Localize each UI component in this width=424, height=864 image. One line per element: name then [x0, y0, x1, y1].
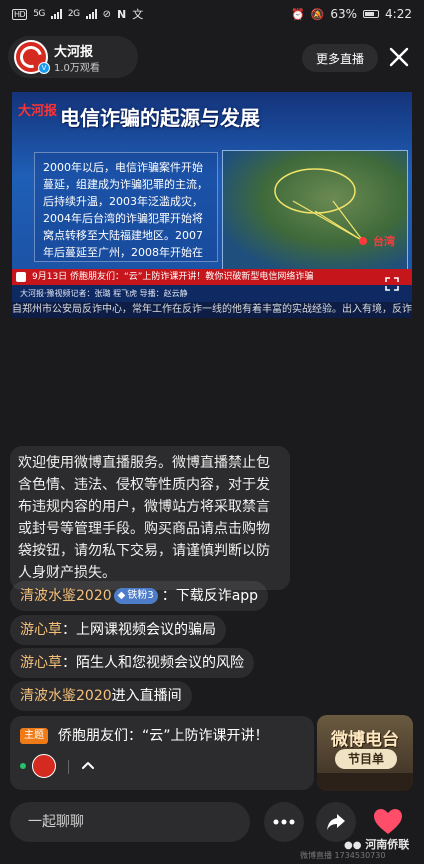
chat-text: ：下载反诈app: [161, 588, 259, 604]
chat-message[interactable]: 游心草 ：上网课视频会议的骗局: [10, 615, 226, 645]
schedule-stage-graphic: [317, 773, 413, 791]
chat-message[interactable]: 清波水鉴2020 ◆ 铁粉3 ：下载反诈app: [10, 581, 269, 611]
schedule-subtitle: 节目单: [335, 749, 397, 769]
schedule-title: 微博电台: [331, 730, 399, 750]
status-bar: HD 5G 2G ⊘ N 文 ⏰ 🔕 63% 4:22: [0, 0, 424, 28]
topic-tag: 主题: [20, 728, 48, 744]
chat-text: 进入直播间: [111, 688, 182, 704]
diamond-icon: ◆: [117, 590, 126, 601]
watermark-subtext: 微博直播 1734530730: [300, 851, 386, 860]
video-map-image: 台湾: [222, 150, 408, 270]
fan-badge-label: 铁粉3: [127, 590, 154, 601]
chat-input[interactable]: 一起聊聊: [10, 802, 250, 842]
battery-level: 63%: [330, 7, 358, 21]
video-subtitle: 自郑州市公安局反诈中心，常年工作在反诈一线的他有着丰富的实战经验。出入有境，反诈: [12, 302, 412, 318]
video-credit: 大河报·豫视频记者：张璐 程飞虎 导播：赵云静: [12, 285, 412, 302]
fullscreen-icon[interactable]: [384, 276, 400, 292]
online-dot-icon: [20, 763, 26, 769]
video-slide-text: 2000年以后，电信诈骗案件开始蔓延，组建成为诈骗犯罪的主流，后持续升温，200…: [34, 152, 218, 262]
news-ticker: 9月13日 侨胞朋友们：“云”上防诈课开讲！教你识破新型电信网络诈骗: [12, 269, 412, 285]
battery-icon: [363, 10, 380, 18]
weibo-radio-schedule-card[interactable]: 微博电台 节目单: [317, 715, 413, 791]
chevron-up-icon[interactable]: [80, 758, 96, 774]
chat-text: ：陌生人和您视频会议的风险: [62, 655, 244, 671]
signal-bars-2-icon: [85, 9, 97, 19]
video-logo: 大河报: [18, 104, 58, 119]
live-video-player[interactable]: 大河报 电信诈骗的起源与发展 2000年以后，电信诈骗案件开始蔓延，组建成为诈骗…: [12, 92, 412, 302]
chat-username[interactable]: 游心草: [20, 615, 62, 645]
chat-message[interactable]: 清波水鉴2020 进入直播间: [10, 681, 192, 711]
system-notice: 欢迎使用微博直播服务。微博直播禁止包含色情、违法、侵权等性质内容，对于发布违规内…: [10, 446, 290, 590]
chat-username[interactable]: 清波水鉴2020: [20, 681, 112, 711]
mute-icon: 🔕: [310, 7, 325, 21]
clock: 4:22: [385, 7, 412, 21]
host-name: 大河报: [54, 45, 94, 60]
chat-username[interactable]: 清波水鉴2020: [20, 581, 112, 611]
status-icons-right: ⏰ 🔕 63% 4:22: [291, 7, 412, 21]
heart-icon: [374, 809, 402, 834]
hd-icon: HD: [12, 8, 28, 20]
chat-text: ：上网课视频会议的骗局: [62, 622, 216, 638]
more-options-button[interactable]: [264, 802, 304, 842]
pinned-host-avatar[interactable]: [32, 754, 56, 778]
wifi-off-icon: ⊘: [102, 8, 111, 20]
divider: [68, 760, 69, 774]
host-profile[interactable]: V 大河报 1.0万观看: [8, 36, 138, 78]
map-label-taiwan: 台湾: [373, 235, 395, 248]
play-icon: [16, 272, 26, 282]
video-slide-title: 电信诈骗的起源与发展: [60, 106, 260, 130]
chat-username[interactable]: 游心草: [20, 648, 62, 678]
live-header: V 大河报 1.0万观看 更多直播: [0, 36, 424, 80]
chat-message[interactable]: 游心草 ：陌生人和您视频会议的风险: [10, 648, 254, 678]
text-icon: 文: [132, 8, 144, 21]
fan-badge: ◆ 铁粉3: [113, 588, 158, 604]
verified-icon: V: [38, 62, 50, 74]
map-routes-graphic: [274, 168, 367, 245]
signal-2g-label: 2G: [67, 9, 80, 19]
ticker-text: 9月13日 侨胞朋友们：“云”上防诈课开讲！教你识破新型电信网络诈骗: [32, 272, 314, 282]
alarm-icon: ⏰: [290, 7, 305, 21]
pinned-topic-text: 侨胞朋友们：“云”上防诈课开讲！: [58, 728, 269, 744]
status-icons-left: HD 5G 2G ⊘ N 文: [12, 6, 143, 22]
n-icon: N: [116, 7, 127, 21]
close-icon[interactable]: [386, 44, 412, 70]
more-live-button[interactable]: 更多直播: [302, 44, 378, 72]
pinned-topic-card[interactable]: 主题 侨胞朋友们：“云”上防诈课开讲！: [10, 716, 314, 790]
signal-bars-icon: [50, 9, 62, 19]
view-count: 1.0万观看: [54, 63, 100, 74]
signal-5g-label: 5G: [33, 9, 45, 19]
more-dots-icon: [273, 819, 295, 825]
share-arrow-icon: [327, 814, 345, 830]
